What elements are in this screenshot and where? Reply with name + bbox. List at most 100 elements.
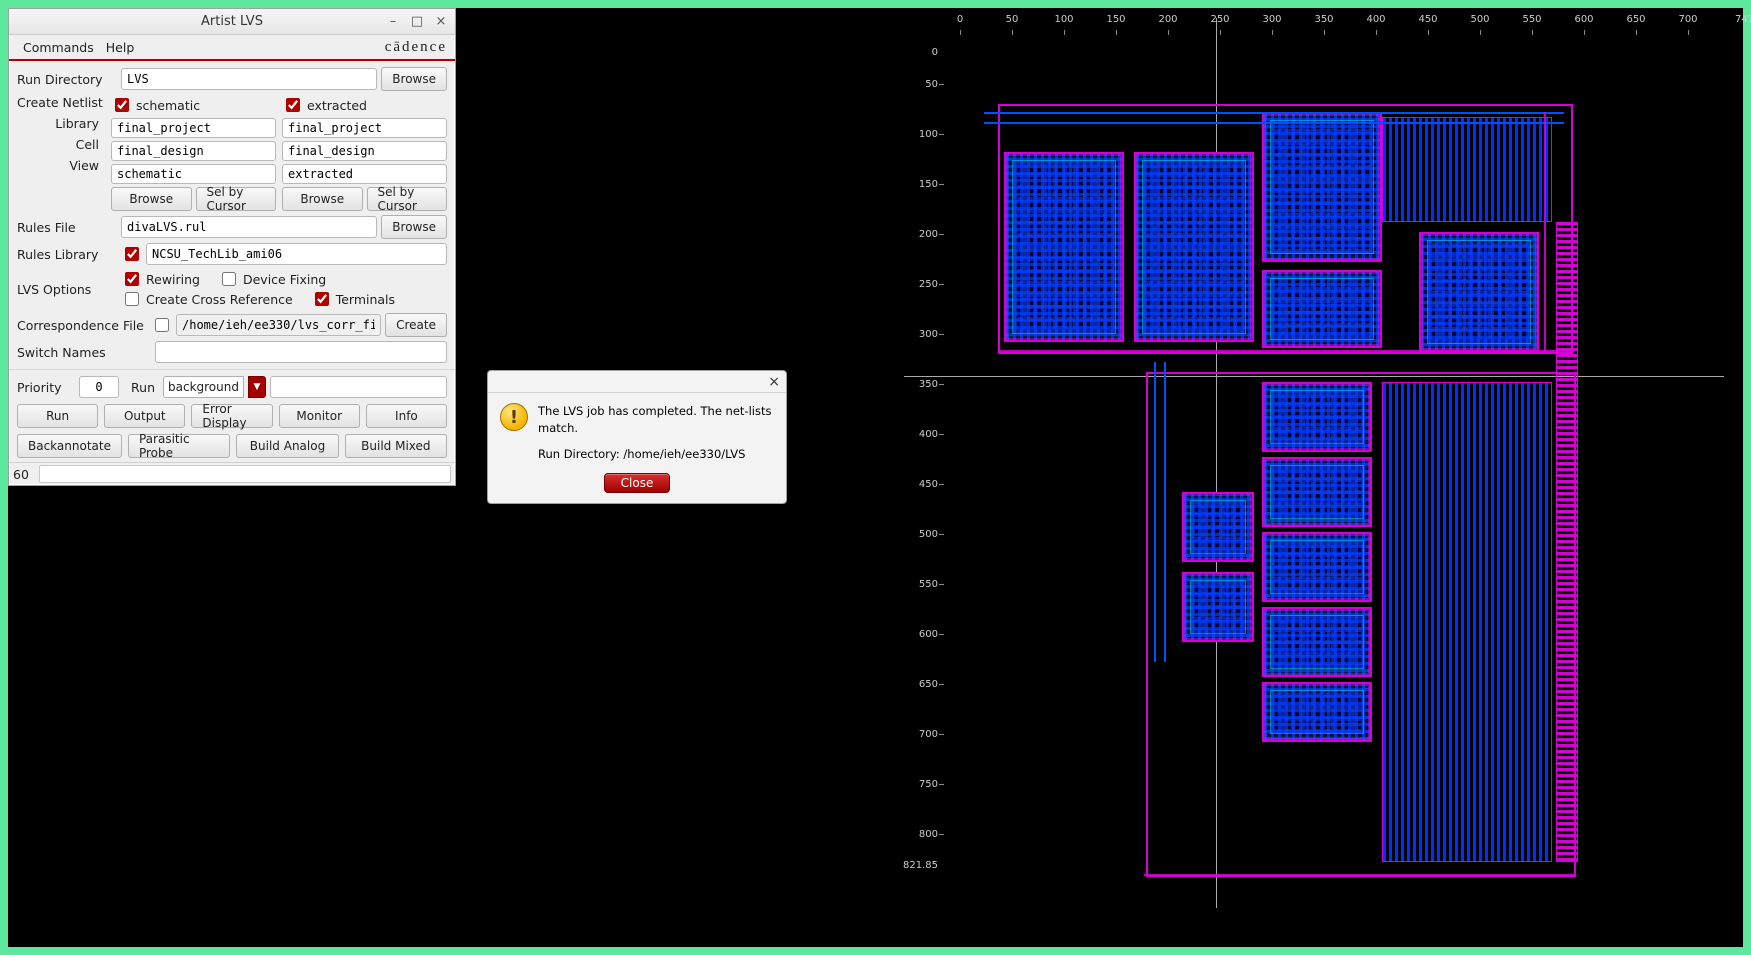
menu-help[interactable]: Help (100, 38, 141, 57)
layout-cell (1262, 112, 1382, 262)
ruler-y-tick: 100 (904, 109, 944, 159)
create-button[interactable]: Create (385, 313, 447, 337)
dialog-message-2: Run Directory: /home/ieh/ee330/LVS (538, 446, 774, 463)
layout-viewer[interactable]: 0501001502002503003504004505005506006507… (904, 18, 1714, 888)
browse-b-button[interactable]: Browse (282, 187, 363, 211)
layout-cell (1419, 232, 1539, 352)
layout-cell (1262, 532, 1372, 602)
layout-cell (1182, 572, 1254, 642)
layout-wire (1164, 362, 1166, 662)
titlebar[interactable]: Artist LVS – □ × (9, 9, 455, 35)
ruler-y-tick: 50 (904, 59, 944, 109)
dialog-close-icon[interactable]: × (768, 374, 780, 390)
menu-commands[interactable]: Commands (17, 38, 100, 57)
backannotate-button[interactable]: Backannotate (17, 434, 122, 458)
checkbox-terminals[interactable]: Terminals (311, 289, 395, 309)
view-a-input[interactable] (111, 164, 276, 184)
priority-input[interactable] (79, 376, 119, 398)
ruler-x-tick: 300 (1246, 14, 1298, 38)
close-icon[interactable]: × (433, 14, 449, 30)
layout-cell (1262, 457, 1372, 527)
window-title: Artist LVS (15, 14, 449, 29)
layout-wire (999, 350, 1574, 352)
ruler-y-tick: 750 (904, 759, 944, 809)
run-extra-input[interactable] (270, 376, 447, 398)
label-switch-names: Switch Names (17, 345, 117, 360)
ruler-y-tick: 300 (904, 309, 944, 359)
ruler-x-tick: 650 (1610, 14, 1662, 38)
build-analog-button[interactable]: Build Analog (236, 434, 338, 458)
ruler-y-tick: 550 (904, 559, 944, 609)
status-number: 60 (13, 467, 39, 482)
browse-rules-button[interactable]: Browse (381, 215, 447, 239)
ruler-y-tick: 600 (904, 609, 944, 659)
browse-run-dir-button[interactable]: Browse (381, 67, 447, 91)
ruler-y-tick: 200 (904, 209, 944, 259)
checkbox-extracted[interactable]: extracted (282, 95, 429, 115)
layout-wire (984, 122, 1564, 124)
layout-cell (1004, 152, 1124, 342)
ruler-x-tick: 150 (1090, 14, 1142, 38)
layout-cell (1134, 152, 1254, 342)
output-button[interactable]: Output (104, 404, 185, 428)
label-view: View (17, 158, 107, 173)
ruler-y-tick: 700 (904, 709, 944, 759)
checkbox-device-fixing[interactable]: Device Fixing (218, 269, 326, 289)
ruler-x-tick: 200 (1142, 14, 1194, 38)
layout-bus (1382, 382, 1552, 862)
run-button[interactable]: Run (17, 404, 98, 428)
status-message-input[interactable] (39, 465, 451, 483)
ruler-x-tick: 100 (1038, 14, 1090, 38)
parasitic-probe-button[interactable]: Parasitic Probe (128, 434, 230, 458)
ruler-y-tick: 400 (904, 409, 944, 459)
label-cell: Cell (17, 137, 107, 152)
layout-cell (1262, 270, 1382, 348)
layout-viewport[interactable] (944, 42, 1714, 888)
ruler-y-start: 0 (904, 46, 944, 59)
rules-file-input[interactable] (121, 216, 377, 238)
run-mode-dropdown-button[interactable]: ▼ (248, 376, 266, 398)
error-display-button[interactable]: Error Display (191, 404, 272, 428)
ruler-x-end: 741.45 (1714, 14, 1751, 38)
browse-a-button[interactable]: Browse (111, 187, 192, 211)
sel-by-cursor-a-button[interactable]: Sel by Cursor (196, 187, 277, 211)
dialog-titlebar[interactable]: × (488, 371, 786, 393)
lvs-result-dialog: × ! The LVS job has completed. The net-l… (487, 370, 787, 504)
ruler-x-tick: 500 (1454, 14, 1506, 38)
ruler-y-end: 821.85 (904, 859, 944, 872)
rules-library-checkbox[interactable] (125, 247, 139, 261)
cell-b-input[interactable] (282, 141, 447, 161)
dialog-close-button[interactable]: Close (604, 473, 671, 493)
view-b-input[interactable] (282, 164, 447, 184)
artist-lvs-window: Artist LVS – □ × Commands Help cādence R… (8, 8, 456, 486)
library-a-input[interactable] (111, 118, 276, 138)
ruler-y-tick: 800 (904, 809, 944, 859)
correspondence-file-input[interactable] (176, 314, 381, 336)
switch-names-input[interactable] (155, 341, 447, 363)
checkbox-rewiring[interactable]: Rewiring (121, 269, 200, 289)
info-button[interactable]: Info (366, 404, 447, 428)
label-create-netlist: Create Netlist (17, 95, 107, 110)
label-lvs-options: LVS Options (17, 282, 117, 297)
statusbar: 60 (9, 462, 455, 485)
ruler-x-tick: 250 (1194, 14, 1246, 38)
sel-by-cursor-b-button[interactable]: Sel by Cursor (367, 187, 448, 211)
checkbox-schematic[interactable]: schematic (111, 95, 258, 115)
library-b-input[interactable] (282, 118, 447, 138)
layout-cell (1182, 492, 1254, 562)
cell-a-input[interactable] (111, 141, 276, 161)
ruler-x-tick: 450 (1402, 14, 1454, 38)
warning-icon: ! (500, 403, 528, 431)
label-rules-file: Rules File (17, 220, 117, 235)
rules-library-input[interactable] (146, 243, 447, 265)
build-mixed-button[interactable]: Build Mixed (345, 434, 447, 458)
run-directory-input[interactable] (121, 68, 377, 90)
minimize-icon[interactable]: – (385, 14, 401, 30)
monitor-button[interactable]: Monitor (279, 404, 360, 428)
run-mode-select[interactable]: background (163, 376, 244, 398)
ruler-x-tick: 0 (934, 14, 986, 38)
checkbox-create-cross-ref[interactable]: Create Cross Reference (121, 289, 293, 309)
maximize-icon[interactable]: □ (409, 14, 425, 30)
layout-cell (1262, 607, 1372, 677)
correspondence-file-checkbox[interactable] (155, 318, 169, 332)
